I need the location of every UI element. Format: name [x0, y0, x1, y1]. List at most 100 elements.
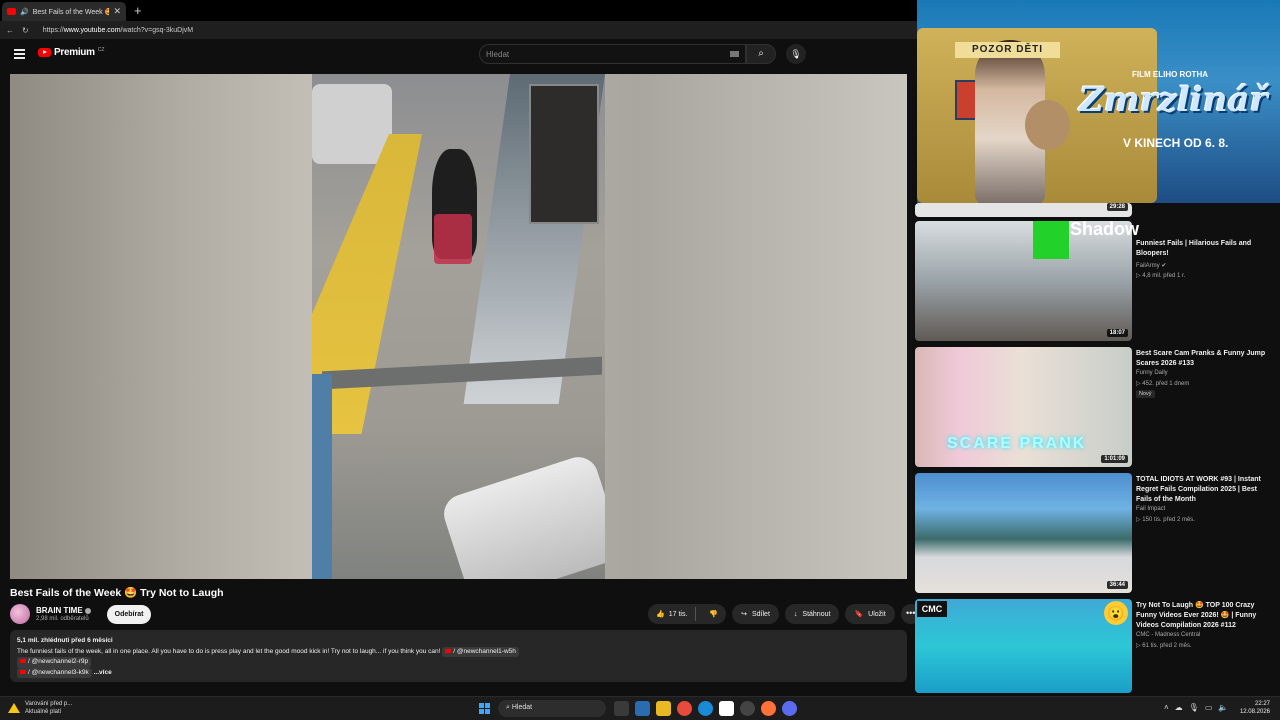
channel-name-row[interactable]: BRAIN TIME — [36, 606, 91, 615]
tab-close-icon[interactable]: ✕ — [113, 6, 121, 17]
ad-sign: POZOR DĚTI — [955, 42, 1060, 58]
taskbar-search[interactable]: ⌕ Hledat — [498, 700, 606, 717]
audio-icon[interactable]: 🔊 — [20, 8, 29, 16]
reload-icon[interactable]: ↻ — [22, 26, 29, 35]
volume-icon[interactable]: 🔈 — [1218, 703, 1228, 712]
youtube-logo[interactable]: Premium CZ — [38, 47, 104, 58]
save-button[interactable]: 🔖 Uložit — [845, 604, 895, 624]
related-title[interactable]: TOTAL IDIOTS AT WORK #93 | Instant Regre… — [1136, 475, 1268, 505]
video-thumbnail[interactable]: 36:44 — [915, 473, 1132, 593]
thumbs-down-icon: 👎 — [709, 611, 719, 618]
description-text-row: The funniest fails of the week, all in o… — [17, 646, 900, 657]
store-icon[interactable] — [719, 701, 734, 716]
ad-brand-title: Zmrzlinář — [1079, 80, 1268, 120]
search-button[interactable]: ⌕ — [746, 44, 776, 64]
task-view-icon[interactable] — [614, 701, 629, 716]
chrome-icon[interactable] — [677, 701, 692, 716]
like-count: 17 tis. — [668, 610, 688, 618]
related-item[interactable]: 18:07 Shadow Funniest Fails | Hilarious … — [915, 221, 1270, 341]
network-icon[interactable]: ▭ — [1205, 703, 1213, 712]
related-channel[interactable]: FailArmy ✔ — [1136, 262, 1166, 269]
clock-date: 12.08.2026 — [1239, 709, 1270, 715]
verified-icon: ✔ — [1161, 263, 1167, 269]
show-hidden-icons[interactable]: ˄ — [1164, 703, 1169, 712]
verified-icon — [84, 607, 91, 614]
related-title[interactable]: Try Not To Laugh 🤩 TOP 100 Crazy Funny V… — [1136, 601, 1268, 631]
microphone-icon[interactable]: 🎙 — [1189, 703, 1199, 712]
channel-avatar[interactable] — [10, 604, 30, 624]
ad-film-credit: FILM ELIHO ROTHA — [1132, 70, 1208, 79]
edge-icon[interactable] — [698, 701, 713, 716]
channel-link-2-label: / @newchannel2-r9p — [28, 658, 89, 665]
clock[interactable]: 22:27 12.08.2026 — [1240, 700, 1270, 716]
firefox-icon[interactable] — [761, 701, 776, 716]
windows-taskbar: Varování před p... Aktuálně platí ⌕ Hleda… — [0, 696, 1280, 720]
warning-line-2: Aktuálně platí — [25, 709, 62, 715]
url-field[interactable]: https://www.youtube.com/watch?v=gsq-3kuD… — [43, 27, 193, 34]
browser-tabbar: 🔊 Best Fails of the Week 🤩 Try ✕ + — [0, 0, 917, 21]
system-tray: ˄ ☁ 🎙 ▭ 🔈 — [1164, 703, 1228, 712]
like-dislike-group: 👍 17 tis. 👎 — [648, 604, 727, 624]
video-frame — [312, 74, 605, 579]
related-item[interactable]: 36:44 TOTAL IDIOTS AT WORK #93 | Instant… — [915, 473, 1270, 593]
keyboard-icon[interactable] — [730, 51, 739, 57]
logo-text: Premium — [54, 47, 95, 58]
video-post — [312, 374, 332, 579]
ad-release-date: V KINECH OD 6. 8. — [1123, 136, 1229, 150]
back-icon[interactable]: ← — [6, 26, 14, 35]
discord-icon[interactable] — [782, 701, 797, 716]
related-title[interactable]: Funniest Fails | Hilarious Fails and Blo… — [1136, 239, 1268, 259]
channel-link-2[interactable]: / @newchannel2-r9p — [17, 657, 92, 668]
new-tab-button[interactable]: + — [134, 3, 142, 18]
youtube-favicon-icon — [7, 8, 16, 15]
share-label: Sdílet — [752, 610, 770, 618]
video-player[interactable] — [10, 74, 907, 579]
related-item[interactable]: CMC 😮 Try Not To Laugh 🤩 TOP 100 Crazy F… — [915, 599, 1270, 693]
channel-link-3[interactable]: / @newchannel3-k9k — [17, 667, 92, 678]
related-item[interactable]: 29:28 — [915, 203, 1270, 217]
search-input[interactable]: Hledat — [479, 44, 746, 64]
share-button[interactable]: ↪ Sdílet — [732, 604, 779, 624]
youtube-play-icon — [38, 48, 51, 57]
video-thumbnail[interactable]: 18:07 — [915, 221, 1132, 341]
surprised-emoji-icon: 😮 — [1104, 601, 1128, 625]
browser-tab[interactable]: 🔊 Best Fails of the Week 🤩 Try ✕ — [2, 2, 126, 21]
like-button[interactable]: 👍 17 tis. — [648, 607, 697, 621]
download-button[interactable]: ↓ Stáhnout — [784, 604, 840, 624]
video-actions: 👍 17 tis. 👎 ↪ Sdílet ↓ Stáhnout 🔖 Uložit ••• — [648, 604, 921, 624]
microphone-icon: 🎙 — [790, 49, 802, 59]
video-suitcase — [438, 451, 605, 579]
opera-gx-icon[interactable] — [740, 701, 755, 716]
cloud-icon[interactable]: ☁ — [1175, 703, 1183, 712]
windows-start-icon[interactable] — [479, 703, 490, 714]
channel-link-1-label: / @newchannel1-w5h — [453, 647, 516, 655]
related-title[interactable]: Best Scare Cam Pranks & Funny Jump Scare… — [1136, 349, 1268, 369]
related-channel[interactable]: Fail Impact — [1136, 506, 1165, 512]
related-channel[interactable]: CMC - Madness Central — [1136, 632, 1200, 638]
menu-icon[interactable] — [14, 49, 25, 61]
download-icon: ↓ — [793, 610, 798, 618]
voice-search-button[interactable]: 🎙 — [786, 44, 806, 64]
region-code: CZ — [97, 47, 105, 53]
video-car — [312, 84, 392, 164]
youtube-mini-icon — [445, 648, 452, 653]
dislike-button[interactable]: 👎 — [701, 610, 726, 618]
show-more-link[interactable]: ...více — [94, 669, 112, 676]
bookmark-icon: 🔖 — [854, 611, 864, 618]
weather-warning-widget[interactable]: Varování před p... Aktuálně platí — [8, 700, 72, 716]
related-channel[interactable]: Funny Daily — [1136, 370, 1168, 376]
video-duration: 29:28 — [1106, 203, 1128, 211]
related-item[interactable]: SCARE PRANK 1:01:09 Best Scare Cam Prank… — [915, 347, 1270, 467]
file-explorer-icon[interactable] — [656, 701, 671, 716]
channel-link-1[interactable]: / @newchannel1-w5h — [442, 646, 519, 657]
video-thumbnail[interactable]: 29:28 — [915, 203, 1132, 217]
channel-logo: CMC — [917, 601, 947, 617]
related-stats: ▷ 61 tis. před 2 měs. — [1136, 643, 1192, 649]
video-thumbnail[interactable]: CMC 😮 — [915, 599, 1132, 693]
video-thumbnail[interactable]: SCARE PRANK 1:01:09 — [915, 347, 1132, 467]
widgets-icon[interactable] — [635, 701, 650, 716]
ad-banner[interactable]: POZOR DĚTI FILM ELIHO ROTHA Zmrzlinář V … — [917, 0, 1280, 203]
description-box[interactable]: 5,1 mil. zhlédnutí před 6 měsíci The fun… — [10, 630, 907, 682]
subscribe-button[interactable]: Odebírat — [106, 604, 152, 624]
screen: 🔊 Best Fails of the Week 🤩 Try ✕ + ← ↻ h… — [0, 0, 1280, 720]
